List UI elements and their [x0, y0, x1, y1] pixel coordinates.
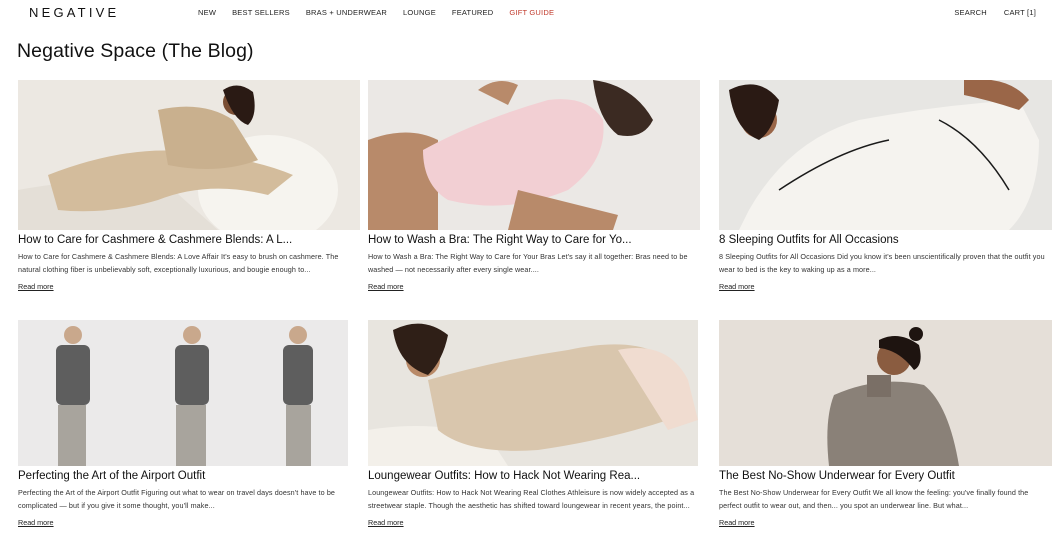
post-image-airport[interactable] [18, 320, 348, 466]
post-image-sleeping[interactable] [719, 80, 1052, 230]
read-more-link[interactable]: Read more [719, 518, 755, 527]
read-more-link[interactable]: Read more [18, 282, 54, 291]
read-more-link[interactable]: Read more [368, 282, 404, 291]
blog-post-card: Perfecting the Art of the Airport Outfit… [18, 320, 348, 530]
brand-logo[interactable]: NEGATIVE [29, 5, 119, 20]
cart-link[interactable]: CART [1] [1004, 8, 1036, 17]
post-title[interactable]: How to Wash a Bra: The Right Way to Care… [368, 233, 700, 247]
search-link[interactable]: SEARCH [954, 8, 986, 17]
post-title[interactable]: Perfecting the Art of the Airport Outfit [18, 469, 348, 483]
top-navigation-bar: NEGATIVE NEW BEST SELLERS BRAS + UNDERWE… [0, 0, 1064, 26]
read-more-link[interactable]: Read more [368, 518, 404, 527]
main-nav: NEW BEST SELLERS BRAS + UNDERWEAR LOUNGE… [198, 8, 570, 17]
post-excerpt: Perfecting the Art of the Airport Outfit… [18, 488, 336, 510]
post-excerpt: 8 Sleeping Outfits for All Occasions Did… [719, 252, 1045, 274]
nav-item-new[interactable]: NEW [198, 8, 216, 17]
read-more-link[interactable]: Read more [719, 282, 755, 291]
nav-item-gift-guide[interactable]: GIFT GUIDE [509, 8, 554, 17]
nav-item-best-sellers[interactable]: BEST SELLERS [232, 8, 290, 17]
post-image-cashmere[interactable] [18, 80, 360, 230]
post-excerpt: How to Care for Cashmere & Cashmere Blen… [18, 252, 339, 274]
nav-item-lounge[interactable]: LOUNGE [403, 8, 436, 17]
blog-post-card: The Best No-Show Underwear for Every Out… [719, 320, 1052, 530]
blog-post-card: How to Care for Cashmere & Cashmere Blen… [18, 80, 360, 294]
post-excerpt: The Best No-Show Underwear for Every Out… [719, 488, 1029, 510]
read-more-link[interactable]: Read more [18, 518, 54, 527]
blog-post-card: Loungewear Outfits: How to Hack Not Wear… [368, 320, 698, 530]
nav-item-bras-underwear[interactable]: BRAS + UNDERWEAR [306, 8, 387, 17]
post-title[interactable]: 8 Sleeping Outfits for All Occasions [719, 233, 1052, 247]
blog-post-card: 8 Sleeping Outfits for All Occasions 8 S… [719, 80, 1052, 294]
post-image-bra[interactable] [368, 80, 700, 230]
post-excerpt: How to Wash a Bra: The Right Way to Care… [368, 252, 688, 274]
blog-post-card: How to Wash a Bra: The Right Way to Care… [368, 80, 700, 294]
post-title[interactable]: The Best No-Show Underwear for Every Out… [719, 469, 1052, 483]
post-image-no-show-underwear[interactable] [719, 320, 1052, 466]
post-title[interactable]: Loungewear Outfits: How to Hack Not Wear… [368, 469, 698, 483]
post-excerpt: Loungewear Outfits: How to Hack Not Wear… [368, 488, 695, 510]
post-title[interactable]: How to Care for Cashmere & Cashmere Blen… [18, 233, 360, 247]
page-title: Negative Space (The Blog) [17, 40, 254, 62]
utility-nav: SEARCH CART [1] [937, 8, 1036, 17]
post-image-loungewear[interactable] [368, 320, 698, 466]
nav-item-featured[interactable]: FEATURED [452, 8, 493, 17]
